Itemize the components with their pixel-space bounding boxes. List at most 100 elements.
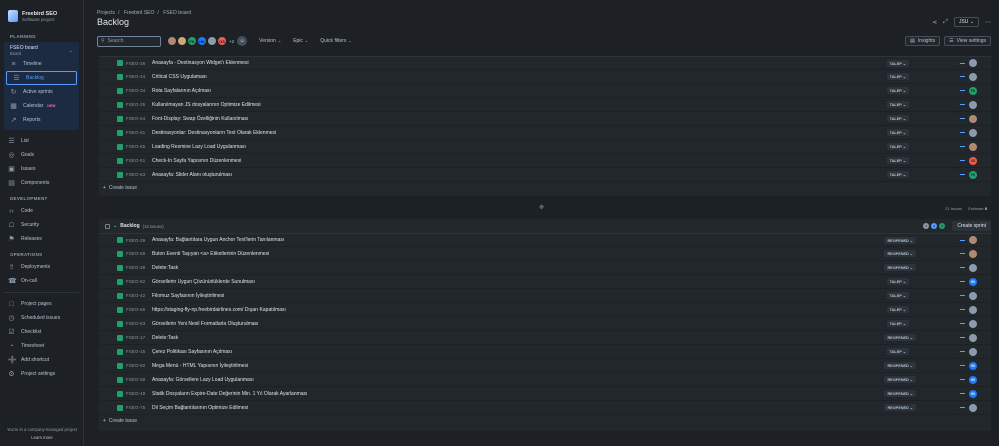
story-points[interactable]: - xyxy=(954,363,955,368)
issue-key[interactable]: FSEO-65 xyxy=(126,144,152,149)
assignee-avatar[interactable]: HK xyxy=(969,389,977,398)
filter-epic[interactable]: Epic ⌄ xyxy=(293,38,308,44)
sidebar-item-project-pages[interactable]: □ Project pages xyxy=(0,297,83,311)
story-points[interactable]: - xyxy=(954,238,955,243)
sidebar-item-checklist[interactable]: ☑ Checklist xyxy=(0,325,83,339)
avatar[interactable] xyxy=(207,36,217,46)
status-dropdown[interactable]: REOPENED ⌄ xyxy=(884,264,916,271)
assignee-avatar[interactable]: HK xyxy=(969,361,977,370)
story-points[interactable]: - xyxy=(954,391,955,396)
assignee-avatar[interactable]: HK xyxy=(969,277,977,286)
story-points[interactable]: - xyxy=(954,251,955,256)
table-row[interactable]: FSEO-62 Görsellerin Uygun Çözünürlüklerde… xyxy=(99,275,991,289)
breadcrumb-board[interactable]: FSEO board xyxy=(163,10,191,16)
issue-key[interactable]: FSEO-53 xyxy=(126,172,152,177)
issue-key[interactable]: FSEO-49 xyxy=(126,391,152,396)
assignee-avatar[interactable] xyxy=(969,72,977,81)
table-row[interactable]: FSEO-42 Filomuz Sayfasının İyileştirilmes… xyxy=(99,289,991,303)
status-dropdown[interactable]: TALEP ⌄ xyxy=(886,171,909,178)
jsu-dropdown[interactable]: JSU ⌄ xyxy=(953,17,979,27)
breadcrumb-project[interactable]: Freebird SEO xyxy=(124,10,155,16)
story-points[interactable]: - xyxy=(954,130,955,135)
filter-quick-filters[interactable]: Quick filters ⌄ xyxy=(320,38,351,44)
issue-key[interactable]: FSEO-63 xyxy=(126,321,152,326)
sidebar-item-components[interactable]: ▤ Components xyxy=(0,176,83,190)
assignee-avatar[interactable]: OS xyxy=(969,156,977,165)
sidebar-item-active-sprints[interactable]: ↻ Active sprints xyxy=(4,85,79,99)
status-dropdown[interactable]: TALEP ⌄ xyxy=(886,348,909,355)
assignee-avatar[interactable] xyxy=(969,100,977,109)
table-row[interactable]: FSEO-58 Anasayfa: Görsellere Lazy Load Uy… xyxy=(99,373,991,387)
sidebar-item-deployments[interactable]: ⇪ Deployments xyxy=(0,260,83,274)
table-row[interactable]: FSEO-34 Rota Sayfalarının Açılması TALEP ⌄… xyxy=(99,84,991,98)
assignee-avatar[interactable] xyxy=(969,347,977,356)
drag-handle-icon[interactable]: ✥ xyxy=(84,204,999,211)
board-selector[interactable]: FSEO board Board ⌄ xyxy=(4,44,79,57)
status-dropdown[interactable]: REOPENED ⌄ xyxy=(884,376,916,383)
breadcrumb-projects[interactable]: Projects xyxy=(97,10,115,16)
table-row[interactable]: FSEO-38 Delete:Task REOPENED ⌄ - xyxy=(99,261,991,275)
table-row[interactable]: FSEO-60 Mega Menü - HTML Yapısının İyileş… xyxy=(99,359,991,373)
story-points[interactable]: - xyxy=(954,102,955,107)
sidebar-item-security[interactable]: ☖ Security xyxy=(0,218,83,232)
story-points[interactable]: - xyxy=(954,377,955,382)
story-points[interactable]: - xyxy=(954,349,955,354)
sidebar-item-add-shortcut[interactable]: ➕ Add shortcut xyxy=(0,353,83,367)
assignee-avatar[interactable]: HK xyxy=(969,375,977,384)
status-dropdown[interactable]: TALEP ⌄ xyxy=(886,73,909,80)
sidebar-item-issues[interactable]: ▣ Issues xyxy=(0,162,83,176)
issue-key[interactable]: FSEO-17 xyxy=(126,335,152,340)
issue-key[interactable]: FSEO-62 xyxy=(126,279,152,284)
table-row[interactable]: FSEO-63 Görsellerin Yeni Nesil Formatlarl… xyxy=(99,317,991,331)
search-input[interactable]: ⚲ Search xyxy=(97,35,161,47)
share-icon[interactable]: ⋖ xyxy=(932,19,937,26)
status-dropdown[interactable]: TALEP ⌄ xyxy=(886,292,909,299)
table-row[interactable]: FSEO-17 Delete:Task REOPENED ⌄ - xyxy=(99,331,991,345)
sidebar-item-releases[interactable]: ⚑ Releases xyxy=(0,232,83,246)
status-dropdown[interactable]: TALEP ⌄ xyxy=(886,101,909,108)
filter-version[interactable]: Version ⌄ xyxy=(259,38,281,44)
table-row[interactable]: FSEO-59 Buton Eventi Taşıyan <a> Etiketle… xyxy=(99,247,991,261)
view-settings-button[interactable]: ☰ View settings xyxy=(944,36,991,46)
issue-key[interactable]: FSEO-58 xyxy=(126,377,152,382)
sidebar-item-project-settings[interactable]: ⚙ Project settings xyxy=(0,367,83,381)
backlog-checkbox[interactable] xyxy=(105,223,110,229)
story-points[interactable]: - xyxy=(954,158,955,163)
table-row[interactable]: FSEO-66 https://staging-fly-np.freebirdai… xyxy=(99,303,991,317)
issue-key[interactable]: FSEO-75 xyxy=(126,405,152,410)
fullscreen-icon[interactable]: ⤢ xyxy=(943,19,948,26)
assignee-avatar[interactable] xyxy=(969,333,977,342)
story-points[interactable]: - xyxy=(954,307,955,312)
assignee-avatar[interactable] xyxy=(969,263,977,272)
table-row[interactable]: FSEO-15 Çerez Politikası Sayfasının Açılm… xyxy=(99,345,991,359)
sidebar-item-goals[interactable]: ◎ Goals xyxy=(0,148,83,162)
story-points[interactable]: - xyxy=(954,279,955,284)
table-row[interactable]: FSEO-49 Statik Dosyaların Expire-Date Değ… xyxy=(99,387,991,401)
sidebar-item-backlog[interactable]: ☰ Backlog xyxy=(6,71,77,85)
issue-key[interactable]: FSEO-51 xyxy=(126,158,152,163)
assignee-avatar[interactable] xyxy=(969,291,977,300)
table-row[interactable]: FSEO-36 Anasayfa - Destinasyon Widget'ı E… xyxy=(99,56,991,70)
table-row[interactable]: FSEO-65 Loading Resmine Lazy Load Uygulan… xyxy=(99,140,991,154)
sidebar-item-calendar[interactable]: ▦ Calendar NEW xyxy=(4,99,79,113)
chevron-down-icon[interactable]: ⌄ xyxy=(113,223,117,229)
add-people-icon[interactable]: ☺ xyxy=(237,36,248,46)
story-points[interactable]: - xyxy=(954,74,955,79)
avatar[interactable] xyxy=(177,36,187,46)
status-dropdown[interactable]: REOPENED ⌄ xyxy=(884,236,916,244)
sidebar-item-code[interactable]: ‹› Code xyxy=(0,204,83,218)
avatar-more-count[interactable]: +2 xyxy=(229,39,234,44)
assignee-avatar[interactable] xyxy=(969,249,977,258)
assignee-avatar[interactable] xyxy=(969,128,977,137)
create-sprint-button[interactable]: Create sprint xyxy=(952,221,991,231)
story-points[interactable]: - xyxy=(954,172,955,177)
assignee-avatar[interactable]: FK xyxy=(969,86,977,95)
assignee-avatar[interactable] xyxy=(969,142,977,151)
story-points[interactable]: - xyxy=(954,61,955,66)
table-row[interactable]: FSEO-51 Check-In Sayfa Yapısının Düzenlen… xyxy=(99,154,991,168)
issue-key[interactable]: FSEO-61 xyxy=(126,130,152,135)
story-points[interactable]: - xyxy=(954,335,955,340)
sidebar-item-reports[interactable]: ↗ Reports xyxy=(4,113,79,127)
assignee-avatar[interactable] xyxy=(969,319,977,328)
status-dropdown[interactable]: TALEP ⌄ xyxy=(886,306,909,313)
